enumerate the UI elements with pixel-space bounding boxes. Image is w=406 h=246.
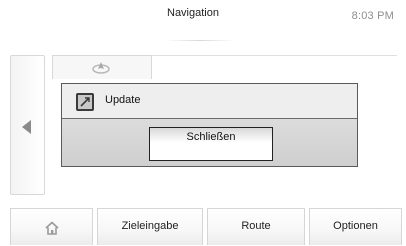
clock: 8:03 PM: [351, 10, 394, 22]
options-button[interactable]: Optionen: [309, 208, 402, 245]
update-icon: [76, 93, 94, 111]
destination-entry-button[interactable]: Zieleingabe: [97, 208, 203, 245]
bottom-bar: Zieleingabe Route Optionen: [0, 208, 406, 246]
page-title: Navigation: [167, 7, 219, 19]
dialog-body: Schließen: [62, 119, 357, 166]
arrow-left-icon: [22, 120, 31, 134]
home-button[interactable]: [10, 208, 93, 245]
dialog-header: Update: [62, 84, 357, 119]
title-divider: [165, 40, 235, 41]
update-dialog: Update Schließen: [61, 83, 358, 167]
route-button[interactable]: Route: [207, 208, 305, 245]
compass-icon: [92, 62, 110, 74]
home-icon: [45, 221, 59, 235]
close-button[interactable]: Schließen: [149, 127, 273, 161]
dialog-title: Update: [105, 94, 141, 106]
